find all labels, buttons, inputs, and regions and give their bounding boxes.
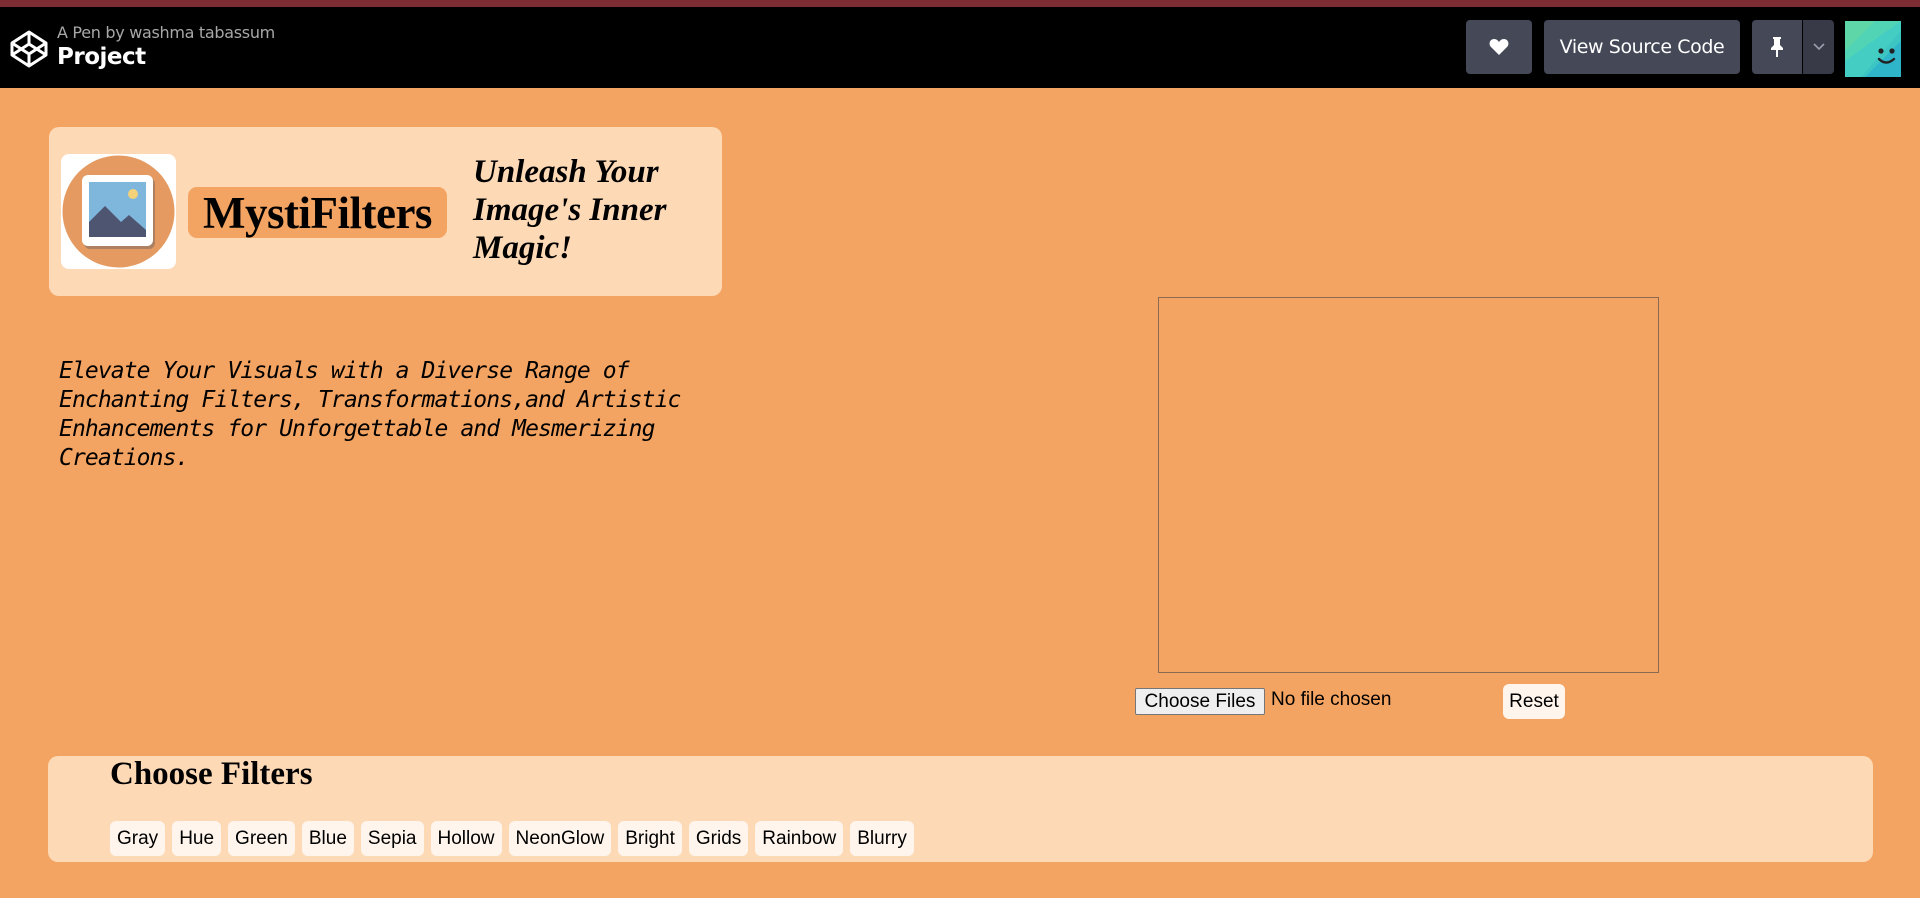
pen-author[interactable]: A Pen by washma tabassum	[57, 23, 275, 42]
app-description: Elevate Your Visuals with a Diverse Rang…	[59, 358, 681, 471]
filter-button-list: Gray Hue Green Blue Sepia Hollow NeonGlo…	[110, 821, 914, 856]
brand-logo	[61, 154, 176, 269]
brand-name-pill: MystiFilters	[188, 187, 447, 238]
filter-button-green[interactable]: Green	[228, 821, 295, 856]
filter-button-neonglow[interactable]: NeonGlow	[508, 821, 612, 856]
filter-button-sepia[interactable]: Sepia	[360, 821, 424, 856]
filter-button-gray[interactable]: Gray	[110, 821, 166, 856]
file-status-text: No file chosen	[1271, 689, 1392, 710]
filters-heading: Choose Filters	[110, 756, 313, 792]
brand-name: MystiFilters	[203, 187, 432, 238]
filter-button-rainbow[interactable]: Rainbow	[755, 821, 844, 856]
image-icon	[62, 155, 175, 268]
filter-button-hue[interactable]: Hue	[172, 821, 222, 856]
image-preview-canvas	[1158, 297, 1659, 673]
pin-button[interactable]	[1752, 20, 1802, 74]
brand-card: MystiFilters Unleash Your Image's Inner …	[49, 127, 722, 296]
filters-panel: Choose Filters Gray Hue Green Blue Sepia…	[48, 756, 1873, 862]
user-avatar[interactable]	[1845, 21, 1901, 77]
reset-button[interactable]: Reset	[1503, 684, 1565, 719]
filter-button-blue[interactable]: Blue	[301, 821, 354, 856]
top-accent-stripe	[0, 0, 1920, 7]
heart-button[interactable]	[1466, 20, 1532, 74]
filter-button-bright[interactable]: Bright	[618, 821, 682, 856]
codepen-logo-icon[interactable]	[9, 29, 49, 69]
codepen-header: A Pen by washma tabassum Project View So…	[0, 7, 1920, 88]
chevron-down-icon	[1812, 43, 1825, 51]
filter-button-hollow[interactable]: Hollow	[430, 821, 502, 856]
filter-button-blurry[interactable]: Blurry	[850, 821, 914, 856]
pin-icon	[1771, 37, 1783, 57]
brand-tagline: Unleash Your Image's Inner Magic!	[473, 154, 667, 266]
pen-title: Project	[57, 44, 146, 70]
filter-button-grids[interactable]: Grids	[688, 821, 749, 856]
choose-files-button[interactable]: Choose Files	[1135, 688, 1265, 715]
avatar-face-icon	[1845, 21, 1901, 77]
view-source-button[interactable]: View Source Code	[1544, 20, 1740, 74]
heart-icon	[1489, 39, 1509, 55]
pin-menu-button[interactable]	[1803, 20, 1834, 74]
